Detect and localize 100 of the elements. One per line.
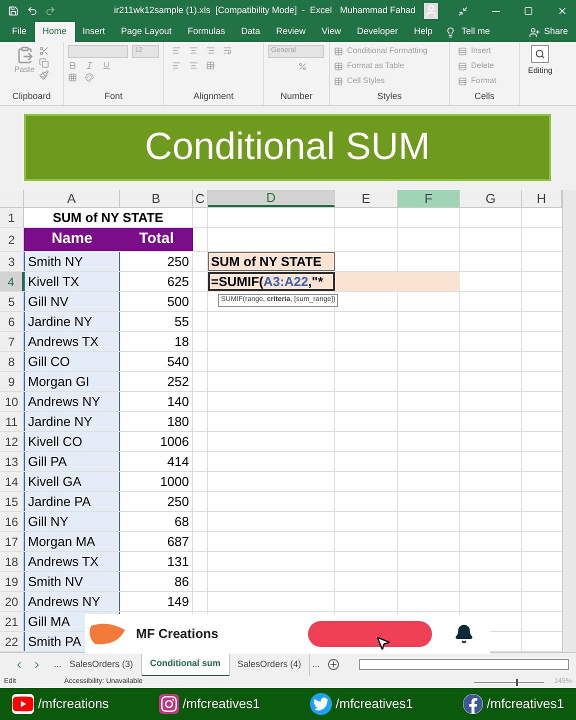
ribbon-tab[interactable]: Data	[233, 22, 268, 42]
label-cell: SUM of NY STATE	[208, 252, 335, 271]
table-cell: Gill PA	[24, 452, 120, 471]
formula-edit-cell[interactable]: =SUMIF(A3:A22,"*	[208, 272, 460, 291]
row-header[interactable]: 16	[0, 512, 24, 531]
row-header[interactable]: 7	[0, 332, 24, 351]
row-header[interactable]: 19	[0, 572, 24, 591]
social-handle[interactable]: /mfcreatives1	[336, 694, 413, 714]
table-cell: Andrews NY	[24, 392, 120, 411]
table-cell: 252	[120, 372, 193, 391]
row-header[interactable]: 5	[0, 292, 24, 311]
brand-name: MF Creations	[136, 625, 218, 644]
video-play-icon[interactable]	[12, 694, 34, 714]
column-header[interactable]: D	[208, 190, 335, 207]
ribbon-tab[interactable]: Home	[34, 22, 75, 42]
f-logo-icon[interactable]	[462, 694, 483, 714]
table-cell: 625	[120, 272, 193, 291]
row-header[interactable]: 1	[0, 208, 24, 227]
table-cell: 1006	[120, 432, 193, 451]
horizontal-scrollbar[interactable]	[358, 659, 569, 670]
row-header[interactable]: 9	[0, 372, 24, 391]
table-cell: 140	[120, 392, 193, 411]
table-cell: Jardine NY	[24, 312, 120, 331]
row-header[interactable]: 18	[0, 552, 24, 571]
tell-me-button[interactable]: Tell me	[456, 22, 496, 42]
minimize-icon[interactable]	[492, 10, 500, 12]
row-header[interactable]: 20	[0, 592, 24, 611]
table-cell: 131	[120, 552, 193, 571]
row-header[interactable]: 22	[0, 632, 24, 651]
table-cell: Gill NV	[24, 292, 120, 311]
row-header[interactable]: 17	[0, 532, 24, 551]
ribbon-tab[interactable]: Formulas	[180, 22, 234, 42]
table-cell: 500	[120, 292, 193, 311]
table-cell: Andrews TX	[24, 332, 120, 351]
ribbon-group-label: Cells	[474, 91, 494, 101]
avatar-icon[interactable]	[424, 3, 438, 19]
table-cell: 149	[120, 592, 193, 611]
banner-title: Conditional SUM	[144, 125, 430, 170]
share-icon[interactable]	[528, 27, 540, 38]
social-handle[interactable]: /mfcreatives1	[182, 694, 260, 714]
row-header[interactable]: 4	[0, 272, 24, 291]
row-header[interactable]: 15	[0, 492, 24, 511]
column-header[interactable]: G	[460, 190, 522, 207]
column-header[interactable]: A	[24, 190, 120, 207]
row-header[interactable]: 12	[0, 432, 24, 451]
more-sheets-right[interactable]: ...	[312, 658, 320, 672]
table-cell: 687	[120, 532, 193, 551]
vertical-scrollbar[interactable]	[562, 190, 576, 652]
ribbon-tab[interactable]: View	[314, 22, 349, 42]
row-header[interactable]: 21	[0, 612, 24, 631]
ribbon-display-icon[interactable]	[458, 6, 468, 16]
ribbon-tab[interactable]: Page Layout	[113, 22, 180, 42]
add-sheet-icon[interactable]	[328, 659, 339, 670]
more-sheets-left[interactable]: ...	[54, 658, 62, 672]
table-cell: 250	[120, 252, 193, 271]
table-cell: Jardine PA	[24, 492, 120, 511]
ribbon-tab[interactable]: Review	[268, 22, 314, 42]
save-icon[interactable]	[8, 5, 19, 17]
bell-icon[interactable]	[454, 623, 474, 645]
undo-icon[interactable]	[26, 5, 38, 17]
table-cell: Andrews TX	[24, 552, 120, 571]
row-header[interactable]: 14	[0, 472, 24, 491]
row-header[interactable]: 3	[0, 252, 24, 271]
table-cell: Andrews NY	[24, 592, 120, 611]
row-header[interactable]: 2	[0, 228, 24, 251]
title-cell: SUM of NY STATE	[24, 208, 193, 227]
close-icon[interactable]	[557, 5, 568, 17]
row-header[interactable]: 6	[0, 312, 24, 331]
row-header[interactable]: 10	[0, 392, 24, 411]
ribbon-tab[interactable]: Insert	[74, 22, 114, 42]
ribbon-tab[interactable]: File	[4, 22, 35, 42]
bird-icon[interactable]	[310, 693, 332, 715]
table-cell: 68	[120, 512, 193, 531]
maximize-icon[interactable]	[524, 6, 534, 16]
header-cell: Total	[120, 228, 193, 251]
camera-icon[interactable]	[158, 694, 179, 714]
subscribe-button[interactable]	[308, 621, 432, 647]
zoom-thumb[interactable]	[516, 678, 518, 686]
table-cell: Jardine NY	[24, 412, 120, 431]
user-name: Muhammad Fahad	[340, 4, 416, 18]
ribbon-group-label: Alignment	[193, 90, 234, 100]
ribbon-tab[interactable]: Help	[406, 22, 441, 42]
window-title: ir211wk12sample (1).xls [Compatibility Mode] - Excel	[114, 4, 332, 18]
table-cell: Kivell CO	[24, 432, 120, 451]
table-cell: Kivell GA	[24, 472, 120, 491]
column-header[interactable]: B	[120, 190, 193, 207]
row-header[interactable]: 8	[0, 352, 24, 371]
table-cell: 540	[120, 352, 193, 371]
ribbon-tab[interactable]: Developer	[349, 22, 406, 42]
table-cell: Smith NY	[24, 252, 120, 271]
share-button[interactable]: Share	[540, 22, 572, 42]
row-header[interactable]: 13	[0, 452, 24, 471]
social-handle[interactable]: /mfcreations	[38, 694, 109, 714]
social-handle[interactable]: /mfcreatives1	[486, 694, 564, 714]
table-cell: Morgan GI	[24, 372, 120, 391]
row-header[interactable]: 11	[0, 412, 24, 431]
sheet-tab[interactable]: Conditional sum	[142, 652, 230, 676]
column-header[interactable]: F	[398, 190, 460, 207]
lightbulb-icon[interactable]	[444, 27, 456, 38]
table-cell: 250	[120, 492, 193, 511]
